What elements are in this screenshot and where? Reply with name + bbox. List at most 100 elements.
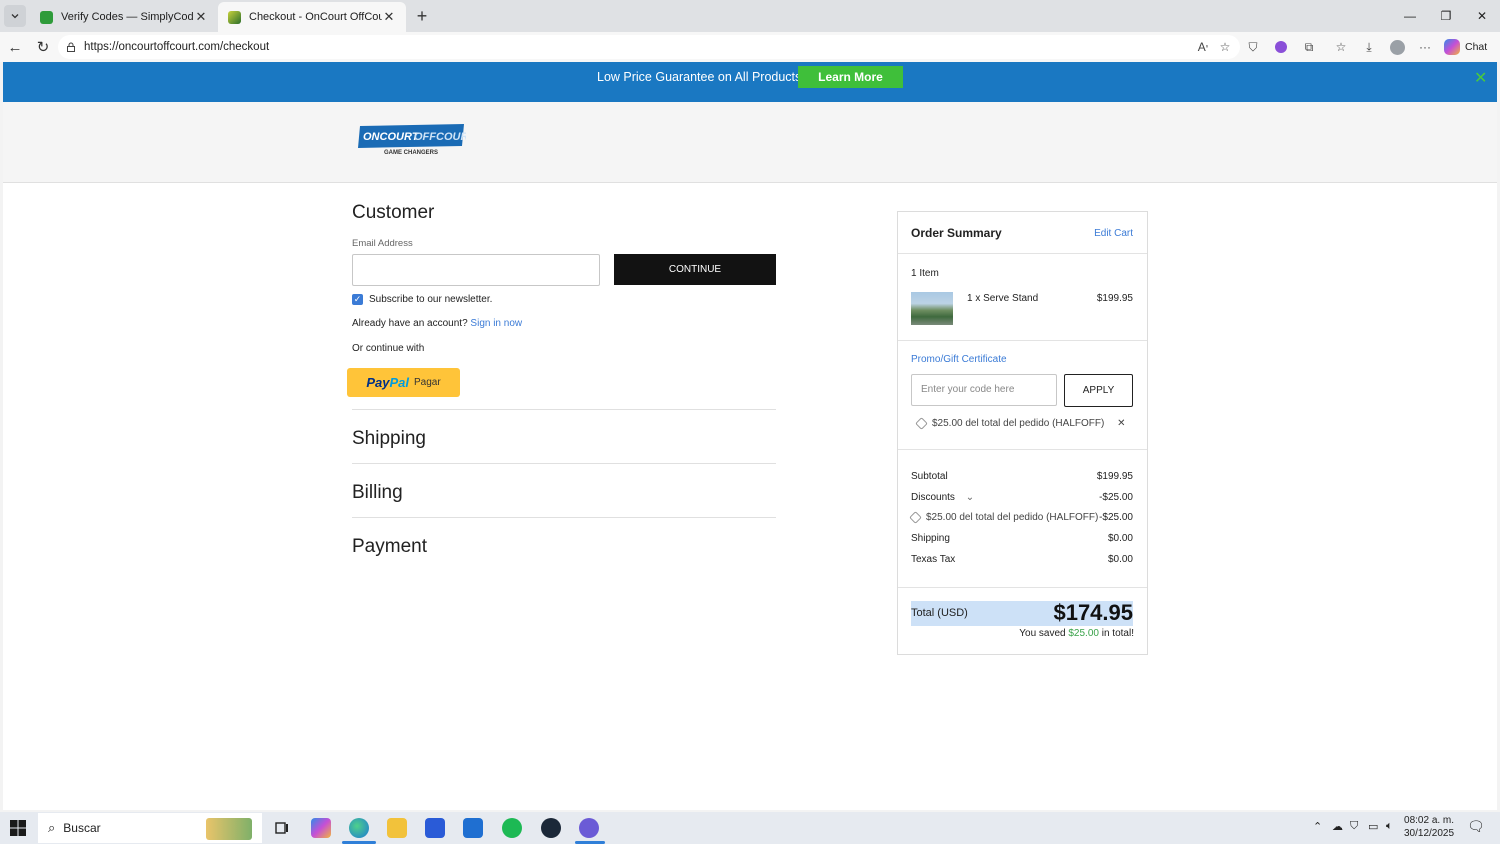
section-divider: [352, 409, 776, 410]
chevron-down-icon[interactable]: ⌄: [966, 492, 974, 503]
taskbar: ⌕ Buscar ⌃ ☁ ⛉ ▭ 🔈︎ 08:02 a. m. 30/12/20…: [0, 812, 1500, 844]
windows-start-icon[interactable]: [10, 820, 26, 836]
account-prompt-text: Already have an account?: [352, 318, 468, 329]
total-label: Total (USD): [911, 607, 968, 619]
svg-text:OFFCOURT: OFFCOURT: [414, 131, 466, 143]
tab-simplycodes[interactable]: Verify Codes — SimplyCodes ✕: [30, 2, 218, 32]
email-field[interactable]: [352, 254, 600, 286]
download-icon[interactable]: ⤓: [1360, 38, 1378, 56]
shield-extension-icon[interactable]: ⛉: [1244, 38, 1262, 56]
promo-text: Low Price Guarantee on All Products!: [597, 70, 805, 84]
close-tab-icon[interactable]: ✕: [194, 9, 208, 25]
subtotal-row: Subtotal $199.95: [911, 471, 1133, 482]
clock-time: 08:02 a. m.: [1404, 815, 1455, 826]
continue-button[interactable]: CONTINUE: [614, 254, 776, 285]
oncourt-offcourt-logo[interactable]: ONCOURT OFFCOURT GAME CHANGERS: [358, 122, 466, 156]
close-banner-icon[interactable]: ✕: [1474, 68, 1487, 88]
taskbar-search[interactable]: ⌕ Buscar: [38, 813, 262, 843]
onedrive-icon[interactable]: ☁: [1332, 820, 1343, 833]
edge-browser-icon[interactable]: [349, 818, 369, 838]
billing-heading[interactable]: Billing: [352, 482, 403, 504]
payment-heading[interactable]: Payment: [352, 536, 427, 558]
copilot-app-icon[interactable]: [311, 818, 331, 838]
defender-shield-icon[interactable]: ⛉: [1350, 820, 1358, 833]
file-explorer-icon[interactable]: [387, 818, 407, 838]
tab-list-chevron-icon[interactable]: [4, 5, 26, 27]
browser-tab-bar: Verify Codes — SimplyCodes ✕ Checkout - …: [0, 0, 1500, 32]
back-arrow-icon[interactable]: ←: [5, 37, 25, 57]
tray-chevron-up-icon[interactable]: ⌃: [1313, 820, 1322, 833]
lock-icon: [67, 42, 75, 52]
shipping-heading[interactable]: Shipping: [352, 428, 426, 450]
savings-note: You saved $25.00 in total!: [1019, 628, 1134, 639]
more-menu-icon[interactable]: ···: [1416, 38, 1434, 56]
summary-divider: [898, 587, 1147, 588]
volume-icon[interactable]: 🔈︎: [1386, 820, 1393, 833]
promo-code-input[interactable]: Enter your code here: [911, 374, 1057, 406]
discounts-row[interactable]: Discounts ⌄ -$25.00: [911, 492, 1133, 503]
shipping-value: $0.00: [1107, 533, 1133, 544]
saved-amount: $25.00: [1068, 628, 1099, 639]
collections-icon[interactable]: ☆: [1332, 38, 1350, 56]
search-icon: ⌕: [48, 820, 56, 835]
read-aloud-icon[interactable]: Aⁿ: [1194, 38, 1212, 56]
promo-gift-label[interactable]: Promo/Gift Certificate: [911, 354, 1133, 365]
extension-purple-icon[interactable]: [1272, 38, 1290, 56]
discord-icon[interactable]: [579, 818, 599, 838]
address-bar-row: ← ↻ https://oncourtoffcourt.com/checkout…: [0, 32, 1500, 62]
summary-header: Order Summary Edit Cart: [911, 226, 1133, 240]
restore-icon[interactable]: ❐: [1428, 0, 1464, 32]
summary-divider: [898, 253, 1147, 254]
svg-text:ONCOURT: ONCOURT: [363, 131, 420, 143]
copilot-icon: [1444, 39, 1460, 55]
cart-item: 1 x Serve Stand $199.95: [967, 293, 1133, 304]
section-divider: [352, 517, 776, 518]
paypal-button[interactable]: PayPal Pagar: [347, 368, 460, 397]
order-summary-title: Order Summary: [911, 226, 1002, 240]
saved-prefix: You saved: [1019, 628, 1066, 639]
task-view-icon[interactable]: [272, 818, 292, 838]
email-label: Email Address: [352, 238, 413, 249]
minimize-icon[interactable]: —: [1392, 0, 1428, 32]
paypal-brand-a: Pay: [366, 375, 390, 390]
outlook-icon[interactable]: [463, 818, 483, 838]
system-clock[interactable]: 08:02 a. m. 30/12/2025: [1404, 814, 1454, 840]
url-field[interactable]: https://oncourtoffcourt.com/checkout: [58, 35, 1240, 59]
paypal-action-label: Pagar: [413, 377, 441, 388]
profile-avatar-icon[interactable]: [1388, 38, 1406, 56]
apply-button[interactable]: APPLY: [1064, 374, 1133, 407]
favorite-star-icon[interactable]: ☆: [1216, 38, 1234, 56]
spotify-icon[interactable]: [502, 818, 522, 838]
microsoft-store-icon[interactable]: [425, 818, 445, 838]
sign-in-link[interactable]: Sign in now: [470, 318, 522, 329]
close-window-icon[interactable]: ✕: [1464, 0, 1500, 32]
new-tab-icon[interactable]: +: [412, 6, 432, 26]
total-value: $174.95: [1053, 600, 1133, 625]
tab-title: Checkout - OnCourt OffCourt: [249, 11, 382, 23]
remove-coupon-icon[interactable]: ✕: [1117, 418, 1125, 429]
customer-heading: Customer: [352, 202, 435, 223]
applied-coupon-text: $25.00 del total del pedido (HALFOFF): [932, 418, 1105, 429]
edit-cart-link[interactable]: Edit Cart: [1094, 228, 1133, 239]
refresh-icon[interactable]: ↻: [33, 37, 53, 57]
extensions-puzzle-icon[interactable]: ⧉: [1300, 38, 1318, 56]
shipping-row: Shipping $0.00: [911, 533, 1133, 544]
discount-detail-value: -$25.00: [1099, 512, 1133, 523]
network-icon[interactable]: ▭: [1368, 820, 1378, 833]
newsletter-checkbox-row[interactable]: ✓ Subscribe to our newsletter.: [352, 294, 492, 305]
tag-icon: [909, 510, 922, 524]
notification-icon[interactable]: 🗨︎: [1467, 818, 1485, 835]
web-page: Low Price Guarantee on All Products! Lea…: [3, 62, 1497, 810]
checkbox-checked-icon[interactable]: ✓: [352, 294, 363, 305]
section-divider: [352, 463, 776, 464]
close-tab-icon[interactable]: ✕: [382, 9, 396, 25]
learn-more-button[interactable]: Learn More: [798, 66, 903, 88]
discounts-label: Discounts: [911, 492, 955, 503]
svg-text:GAME CHANGERS: GAME CHANGERS: [384, 150, 438, 156]
summary-divider: [898, 449, 1147, 450]
steam-icon[interactable]: [541, 818, 561, 838]
copilot-chat-button[interactable]: Chat: [1444, 36, 1487, 58]
tab-checkout[interactable]: Checkout - OnCourt OffCourt ✕: [218, 2, 406, 32]
or-continue-text: Or continue with: [352, 343, 425, 354]
item-price: $199.95: [1096, 293, 1133, 304]
